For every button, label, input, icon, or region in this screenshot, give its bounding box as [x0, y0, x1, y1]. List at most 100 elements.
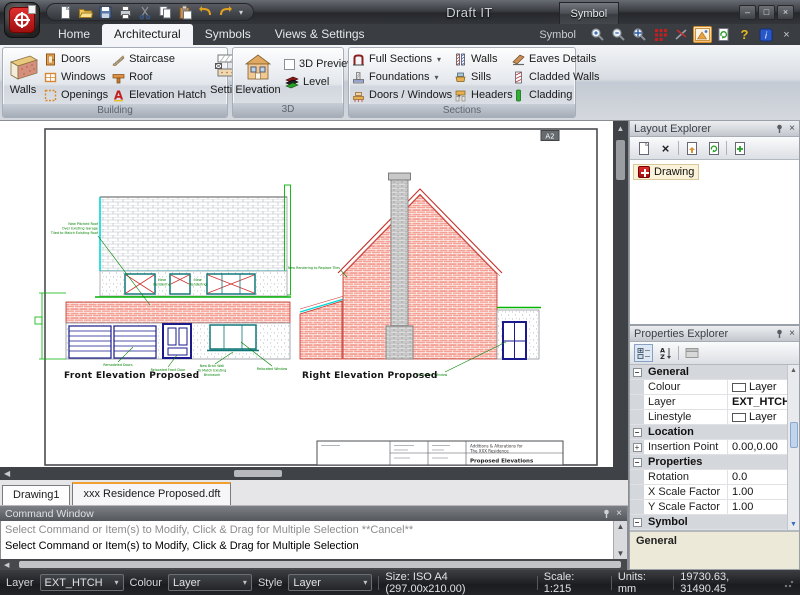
collapse-icon[interactable]: −	[633, 428, 642, 437]
3d-preview-checkbox[interactable]: 3D Preview	[284, 55, 355, 73]
doors-windows-sections-button[interactable]: Doors / Windows▾	[352, 86, 450, 104]
collapse-icon[interactable]: −	[633, 368, 642, 377]
layout-item-drawing[interactable]: Drawing	[633, 164, 699, 180]
redo-button[interactable]	[217, 4, 234, 20]
new-layout-button[interactable]	[634, 139, 653, 157]
symbol-mode-button[interactable]	[693, 26, 712, 43]
tab-views-settings[interactable]: Views & Settings	[263, 24, 377, 45]
property-row[interactable]: ColourLayer	[630, 380, 799, 395]
tab-symbol-contextual[interactable]: Symbol	[539, 29, 576, 45]
scroll-left-icon[interactable]: ◀	[0, 469, 14, 478]
canvas-horizontal-scrollbar[interactable]: ◀	[0, 467, 628, 480]
import-layout-button[interactable]	[682, 139, 701, 157]
close-button[interactable]: ×	[777, 5, 794, 20]
command-horizontal-scrollbar[interactable]: ◀	[0, 559, 627, 570]
walls-button[interactable]: Walls	[6, 50, 40, 96]
sort-az-button[interactable]: AZ	[656, 344, 675, 362]
doors-button[interactable]: Doors	[44, 50, 108, 68]
full-sections-button[interactable]: Full Sections▾	[352, 50, 450, 68]
close-icon[interactable]: ×	[616, 508, 622, 519]
elevation-hatch-button[interactable]: AElevation Hatch	[112, 86, 206, 104]
vscroll-thumb[interactable]	[616, 140, 625, 180]
tab-architectural[interactable]: Architectural	[102, 24, 193, 45]
property-grid-scrollbar[interactable]: ▲ ▼	[787, 365, 799, 530]
category-row[interactable]: −Properties	[630, 455, 799, 470]
about-button[interactable]: i	[756, 26, 775, 43]
collapse-icon[interactable]: −	[633, 458, 642, 467]
cut-button[interactable]	[137, 4, 154, 20]
scroll-up-icon[interactable]: ▲	[617, 521, 625, 532]
cmd-hscroll-thumb[interactable]	[19, 561, 621, 568]
drawing-canvas[interactable]: A2	[0, 121, 613, 467]
grid-button[interactable]	[651, 26, 670, 43]
categorized-view-button[interactable]	[634, 344, 653, 362]
qat-overflow-button[interactable]: ▾	[239, 8, 243, 17]
cladding-button[interactable]: Cladding	[512, 86, 584, 104]
property-row[interactable]: Rotation0.0	[630, 470, 799, 485]
zoom-out-button[interactable]	[609, 26, 628, 43]
scroll-up-icon[interactable]: ▲	[617, 121, 625, 136]
foundations-button[interactable]: Foundations▾	[352, 68, 450, 86]
add-layout-button[interactable]	[730, 139, 749, 157]
paste-button[interactable]	[177, 4, 194, 20]
collapse-icon[interactable]: −	[633, 518, 642, 527]
elevation-button[interactable]: Elevation	[236, 50, 280, 96]
close-icon[interactable]: ×	[789, 328, 795, 339]
category-row[interactable]: −Location	[630, 425, 799, 440]
undo-button[interactable]	[197, 4, 214, 20]
headers-button[interactable]: Headers	[454, 86, 508, 104]
tab-symbols[interactable]: Symbols	[193, 24, 263, 45]
refresh-layout-button[interactable]	[704, 139, 723, 157]
pin-icon[interactable]	[602, 509, 611, 519]
hscroll-thumb[interactable]	[234, 470, 282, 477]
save-button[interactable]	[97, 4, 114, 20]
category-row[interactable]: −General	[630, 365, 799, 380]
canvas-vertical-scrollbar[interactable]: ▲	[613, 121, 628, 467]
delete-layout-button[interactable]: ×	[656, 139, 675, 157]
new-button[interactable]	[57, 4, 74, 20]
scroll-down-icon[interactable]: ▼	[617, 548, 625, 559]
cladded-walls-button[interactable]: Cladded Walls	[512, 68, 584, 86]
staircase-button[interactable]: Staircase	[112, 50, 206, 68]
zoom-in-button[interactable]	[588, 26, 607, 43]
windows-button[interactable]: Windows	[44, 68, 108, 86]
command-history[interactable]: Select Command or Item(s) to Modify, Cli…	[1, 521, 613, 559]
property-row[interactable]: Y Scale Factor1.00	[630, 500, 799, 515]
pin-icon[interactable]	[775, 329, 784, 339]
ribbon-close-icon[interactable]: ×	[777, 26, 796, 43]
pscroll-thumb[interactable]	[790, 422, 798, 448]
level-button[interactable]: Level	[284, 73, 355, 91]
open-button[interactable]	[77, 4, 94, 20]
scroll-left-icon[interactable]: ◀	[0, 561, 13, 569]
openings-button[interactable]: Openings	[44, 86, 108, 104]
style-combo[interactable]: Layer▾	[288, 574, 372, 591]
app-menu-button[interactable]	[4, 2, 40, 38]
scroll-down-icon[interactable]: ▼	[790, 519, 797, 530]
measure-button[interactable]	[672, 26, 691, 43]
colour-combo[interactable]: Layer▾	[168, 574, 252, 591]
close-icon[interactable]: ×	[789, 123, 795, 134]
expand-icon[interactable]: +	[633, 443, 642, 452]
doc-tab-drawing1[interactable]: Drawing1	[2, 485, 70, 505]
copy-button[interactable]	[157, 4, 174, 20]
tab-home[interactable]: Home	[46, 24, 102, 45]
property-row[interactable]: LayerEXT_HTCH	[630, 395, 799, 410]
property-row[interactable]: +Insertion Point0.00,0.00	[630, 440, 799, 455]
roof-button[interactable]: Roof	[112, 68, 206, 86]
refresh-button[interactable]	[714, 26, 733, 43]
eaves-details-button[interactable]: Eaves Details	[512, 50, 584, 68]
print-button[interactable]	[117, 4, 134, 20]
category-row[interactable]: −Symbol	[630, 515, 799, 530]
property-row[interactable]: X Scale Factor1.00	[630, 485, 799, 500]
sills-button[interactable]: Sills	[454, 68, 508, 86]
maximize-button[interactable]: □	[758, 5, 775, 20]
property-row[interactable]: LinestyleLayer	[630, 410, 799, 425]
doc-tab-residence[interactable]: xxx Residence Proposed.dft	[72, 482, 231, 505]
help-icon[interactable]: ?	[735, 26, 754, 43]
walls-sections-button[interactable]: Walls	[454, 50, 508, 68]
command-vertical-scrollbar[interactable]: ▲ ▼	[613, 521, 627, 559]
scroll-up-icon[interactable]: ▲	[790, 365, 797, 376]
minimize-button[interactable]: –	[739, 5, 756, 20]
resize-grip[interactable]	[784, 578, 794, 588]
layer-combo[interactable]: EXT_HTCH▾	[40, 574, 124, 591]
